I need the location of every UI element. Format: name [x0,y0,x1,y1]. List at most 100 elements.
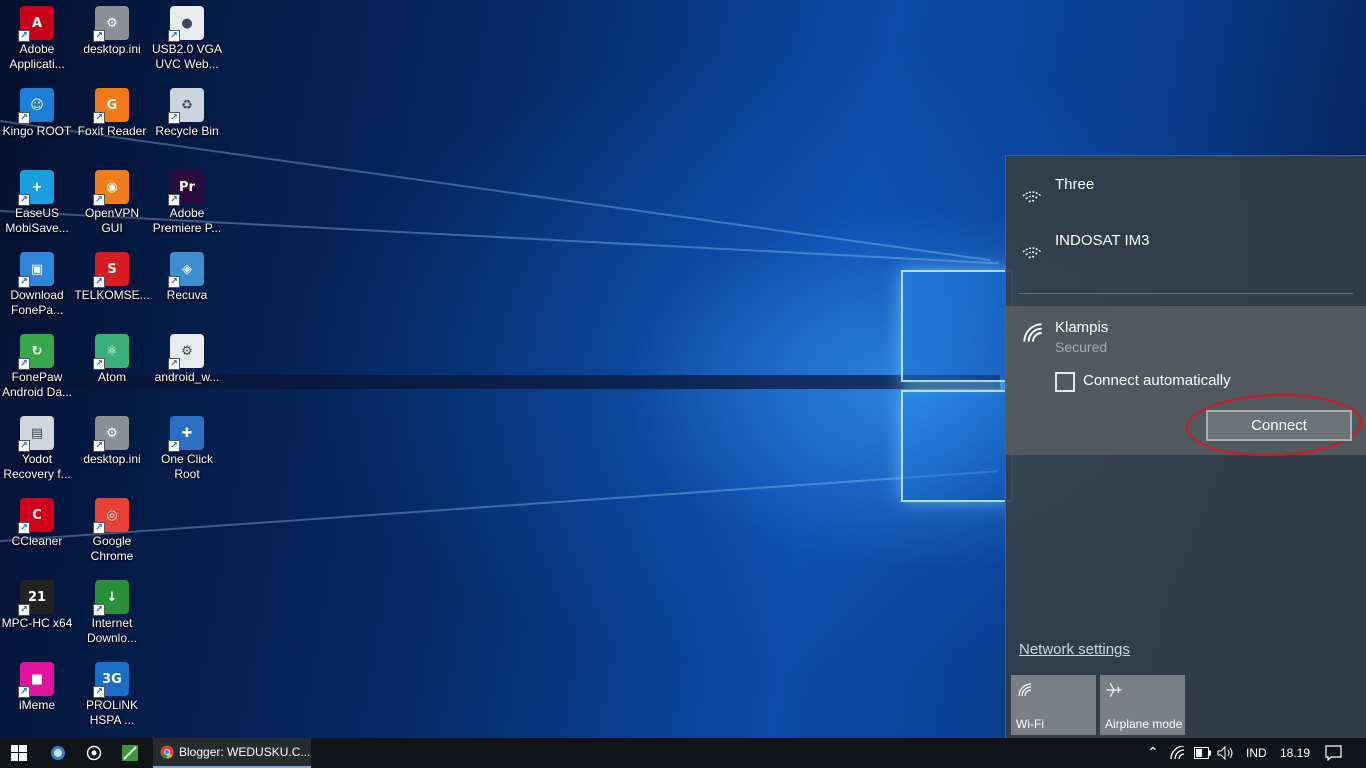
premiere-icon: Pr ↗ [168,170,204,206]
network-item-klampis[interactable]: Klampis Secured Connect automatically Co… [1006,306,1366,460]
input-language-indicator[interactable]: IND [1246,746,1267,760]
desktop-icon[interactable]: ♻ ↗ Recycle Bin [150,82,224,160]
desktop-icon-label: USB2.0 VGA UVC Web... [151,42,223,71]
show-hidden-icons-chevron-icon[interactable]: ⌃ [1147,744,1159,761]
desktop-icon[interactable]: 21 ↗ MPC-HC x64 [0,574,74,652]
network-flyout: Three INDOSAT IM3 Klampis Secured Connec… [1005,155,1366,738]
desktop-icon[interactable]: Pr ↗ Adobe Premiere P... [150,164,224,242]
desktop-icon[interactable]: + ↗ EaseUS MobiSave... [0,164,74,242]
desktop-icon[interactable]: C ↗ CCleaner [0,492,74,570]
settings-file-icon: ⚙ ↗ [168,334,204,370]
desktop-icon-label: TELKOMSE... [74,288,150,302]
desktop-icon[interactable]: ⚙ ↗ desktop.ini [75,410,149,488]
desktop-icon-label: Adobe Applicati... [9,42,65,71]
desktop-icon[interactable]: ▣ ↗ Download FonePa... [0,246,74,324]
desktop-icon-label: EaseUS MobiSave... [5,206,69,235]
cortana-button[interactable] [42,738,74,768]
clock-time[interactable]: 18.19 [1280,746,1310,760]
volume-icon[interactable] [1217,746,1235,760]
shortcut-arrow-icon: ↗ [93,522,105,534]
desktop-icon[interactable]: ⚙ ↗ android_w... [150,328,224,406]
imeme-icon: ■ ↗ [18,662,54,698]
webcam-icon: ● ↗ [168,6,204,42]
desktop-icon[interactable]: ⚙ ↗ desktop.ini [75,0,149,78]
shortcut-arrow-icon: ↗ [18,440,30,452]
desktop-icon[interactable]: ↓ ↗ Internet Downlo... [75,574,149,652]
desktop-icon-label: OpenVPN GUI [84,206,140,235]
recuva-icon: ◈ ↗ [168,252,204,288]
network-divider [1019,293,1353,294]
mpc-hc-icon: 21 ↗ [18,580,54,616]
desktop-icon[interactable]: ☺ ↗ Kingo ROOT [0,82,74,160]
windows-start-icon [11,745,27,761]
yodot-icon: ▤ ↗ [18,416,54,452]
network-tray-icon[interactable] [1170,746,1186,760]
network-item-indosat[interactable]: INDOSAT IM3 [1006,212,1366,268]
desktop-icon[interactable]: ◎ ↗ Google Chrome [75,492,149,570]
network-name: INDOSAT IM3 [1055,232,1150,249]
action-center-icon[interactable] [1325,745,1342,761]
desktop-icon-label: PROLiNK HSPA ... [85,698,138,727]
desktop-icon-label: Download FonePa... [10,288,64,317]
prolink-icon: 3G ↗ [93,662,129,698]
desktop-icon[interactable]: ◉ ↗ OpenVPN GUI [75,164,149,242]
desktop-icon[interactable]: ↻ ↗ FonePaw Android Da... [0,328,74,406]
desktop-icon-label: Yodot Recovery f... [3,452,71,481]
wifi-signal-icon [1023,323,1042,342]
shortcut-arrow-icon: ↗ [18,522,30,534]
one-click-root-icon: ✚ ↗ [168,416,204,452]
download-fonepaw-icon: ▣ ↗ [18,252,54,288]
shortcut-arrow-icon: ↗ [18,30,30,42]
telkomsel-icon: S ↗ [93,252,129,288]
shortcut-arrow-icon: ↗ [93,30,105,42]
shortcut-arrow-icon: ↗ [168,358,180,370]
connect-button[interactable]: Connect [1206,410,1352,441]
foxit-reader-icon: G ↗ [93,88,129,124]
airplane-mode-quick-action[interactable]: Airplane mode [1100,675,1185,735]
shortcut-arrow-icon: ↗ [18,358,30,370]
cortana-icon [51,746,65,760]
desktop-icon[interactable]: 3G ↗ PROLiNK HSPA ... [75,656,149,734]
shortcut-arrow-icon: ↗ [93,276,105,288]
airplane-icon [1106,682,1122,698]
connect-automatically-label: Connect automatically [1083,372,1231,389]
desktop-icon[interactable]: ✚ ↗ One Click Root [150,410,224,488]
task-view-button[interactable] [78,738,110,768]
pinned-app-button[interactable] [114,738,146,768]
network-item-three[interactable]: Three [1006,156,1366,212]
battery-icon[interactable] [1194,747,1212,759]
desktop-icon[interactable]: ● ↗ USB2.0 VGA UVC Web... [150,0,224,78]
desktop-icon[interactable]: G ↗ Foxit Reader [75,82,149,160]
desktop-icon-label: MPC-HC x64 [1,616,73,630]
desktop-icon-label: Atom [97,370,126,384]
app-icon [122,745,138,761]
shortcut-arrow-icon: ↗ [168,440,180,452]
shortcut-arrow-icon: ↗ [18,686,30,698]
shortcut-arrow-icon: ↗ [93,194,105,206]
windows-logo-graphic [895,250,1015,510]
desktop-icon-label: Kingo ROOT [2,124,72,138]
connect-automatically-checkbox[interactable] [1055,372,1075,392]
desktop-icon[interactable]: ⚛ ↗ Atom [75,328,149,406]
chrome-icon [160,745,174,759]
shortcut-arrow-icon: ↗ [93,686,105,698]
desktop-icon[interactable]: ◈ ↗ Recuva [150,246,224,324]
easeus-icon: + ↗ [18,170,54,206]
taskbar-chrome-window[interactable]: Blogger: WEDUSKU.C... [153,738,311,768]
desktop-icon-label: Internet Downlo... [86,616,138,645]
desktop-icon-label: android_w... [154,370,220,384]
desktop-icon-label: FonePaw Android Da... [1,370,73,399]
desktop-icon[interactable]: ■ ↗ iMeme [0,656,74,734]
desktop-icon[interactable]: ▤ ↗ Yodot Recovery f... [0,410,74,488]
wifi-quick-action[interactable]: Wi-Fi [1011,675,1096,735]
settings-file-icon: ⚙ ↗ [93,416,129,452]
wifi-signal-icon [1022,191,1042,203]
desktop-icon[interactable]: A ↗ Adobe Applicati... [0,0,74,78]
atom-icon: ⚛ ↗ [93,334,129,370]
network-settings-link[interactable]: Network settings [1019,641,1130,658]
start-button[interactable] [0,738,38,768]
desktop-icon[interactable]: S ↗ TELKOMSE... [74,246,150,324]
shortcut-arrow-icon: ↗ [18,112,30,124]
taskbar-app-title: Blogger: WEDUSKU.C... [179,745,311,759]
shortcut-arrow-icon: ↗ [18,276,30,288]
